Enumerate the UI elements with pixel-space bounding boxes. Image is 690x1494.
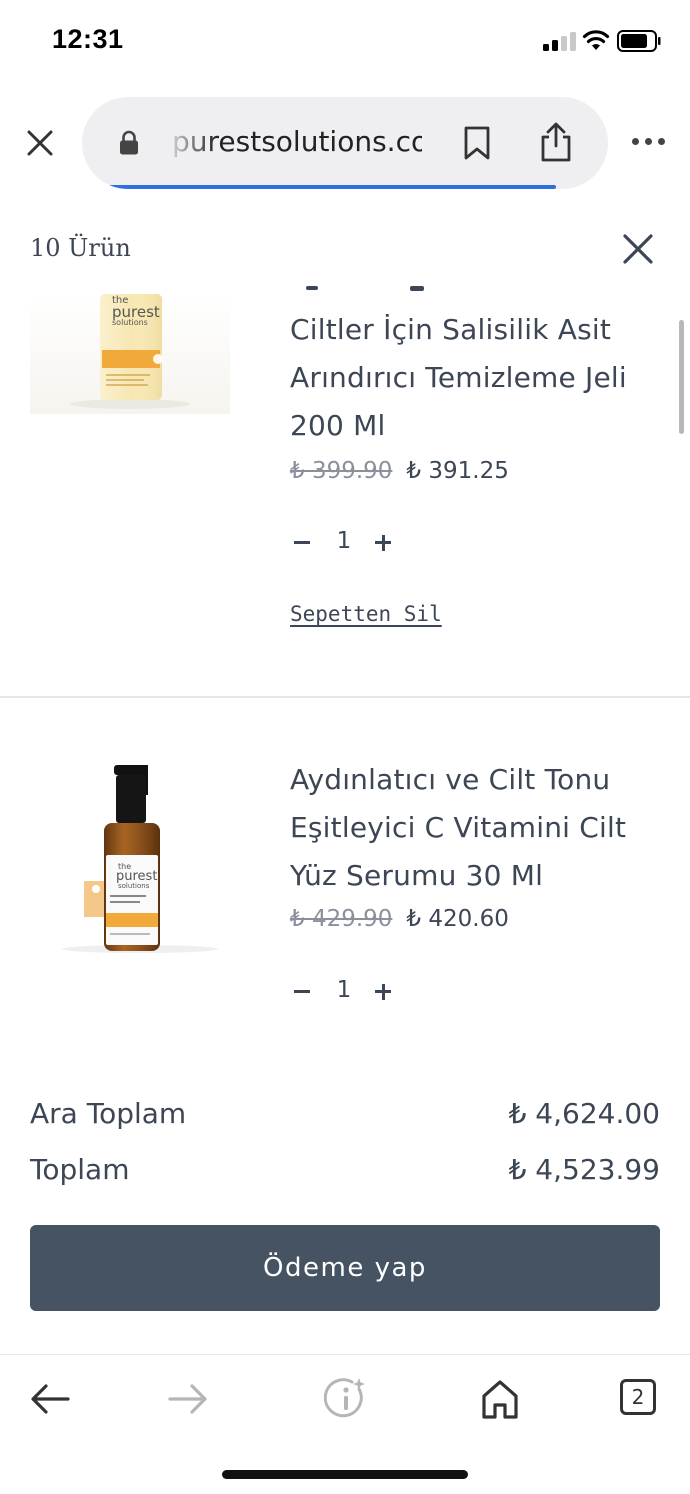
product-title-overflow xyxy=(290,286,670,296)
sale-price: ₺ 420.60 xyxy=(406,906,509,932)
wifi-icon xyxy=(582,30,610,50)
subtotal-value: ₺ 4,624.00 xyxy=(508,1097,660,1130)
brand-label-sub: solutions xyxy=(112,318,148,327)
cellular-signal-icon xyxy=(543,31,577,51)
share-icon[interactable] xyxy=(538,121,574,163)
decrease-quantity-button[interactable] xyxy=(294,541,310,544)
tab-switcher-button[interactable]: 2 xyxy=(620,1379,656,1415)
home-indicator[interactable] xyxy=(222,1470,468,1479)
battery-icon xyxy=(617,30,661,52)
quantity-stepper: 1 xyxy=(292,528,412,558)
forward-arrow-icon[interactable] xyxy=(166,1377,210,1421)
status-time: 12:31 xyxy=(52,24,124,54)
product-image-cleansing-gel[interactable]: the purest solutions xyxy=(30,294,230,414)
subtotal-row: Ara Toplam ₺ 4,624.00 xyxy=(30,1097,660,1137)
scrollbar[interactable] xyxy=(679,320,684,434)
product-title[interactable]: Ciltler İçin Salisilik Asit Arındırıcı T… xyxy=(290,306,670,450)
price-row: ₺ 429.90 ₺ 420.60 xyxy=(290,906,509,932)
original-price: ₺ 429.90 xyxy=(290,906,393,932)
subtotal-label: Ara Toplam xyxy=(30,1097,187,1130)
divider xyxy=(0,696,690,698)
close-cart-icon[interactable] xyxy=(622,233,654,265)
checkout-button[interactable]: Ödeme yap xyxy=(30,1225,660,1311)
info-icon[interactable] xyxy=(324,1377,368,1421)
back-arrow-icon[interactable] xyxy=(28,1377,72,1421)
status-bar: 12:31 xyxy=(0,0,690,84)
url-text[interactable]: purestsolutions.com xyxy=(172,125,422,158)
lock-icon xyxy=(120,130,138,155)
page-load-progress xyxy=(102,185,556,189)
quantity-value: 1 xyxy=(336,977,352,1003)
decrease-quantity-button[interactable] xyxy=(294,990,310,993)
home-icon[interactable] xyxy=(478,1377,522,1421)
cart-item-count: 10 Ürün xyxy=(30,234,131,262)
more-icon[interactable] xyxy=(632,138,666,148)
quantity-value: 1 xyxy=(336,528,352,554)
product-image-vitamin-c-serum[interactable]: the purest solutions xyxy=(50,755,230,955)
price-row: ₺ 399.90 ₺ 391.25 xyxy=(290,458,509,484)
total-label: Toplam xyxy=(30,1153,130,1186)
close-tab-icon[interactable] xyxy=(24,127,56,159)
quantity-stepper: 1 xyxy=(292,977,412,1007)
bookmark-icon[interactable] xyxy=(462,125,492,161)
product-title[interactable]: Aydınlatıcı ve Cilt Tonu Eşitleyici C Vi… xyxy=(290,756,670,900)
remove-from-cart-link[interactable]: Sepetten Sil xyxy=(290,602,442,626)
total-value: ₺ 4,523.99 xyxy=(508,1153,660,1186)
original-price: ₺ 399.90 xyxy=(290,458,393,484)
total-row: Toplam ₺ 4,523.99 xyxy=(30,1153,660,1193)
brand-label-sub: solutions xyxy=(118,882,150,890)
sale-price: ₺ 391.25 xyxy=(406,458,509,484)
address-bar[interactable]: purestsolutions.com xyxy=(82,97,608,189)
